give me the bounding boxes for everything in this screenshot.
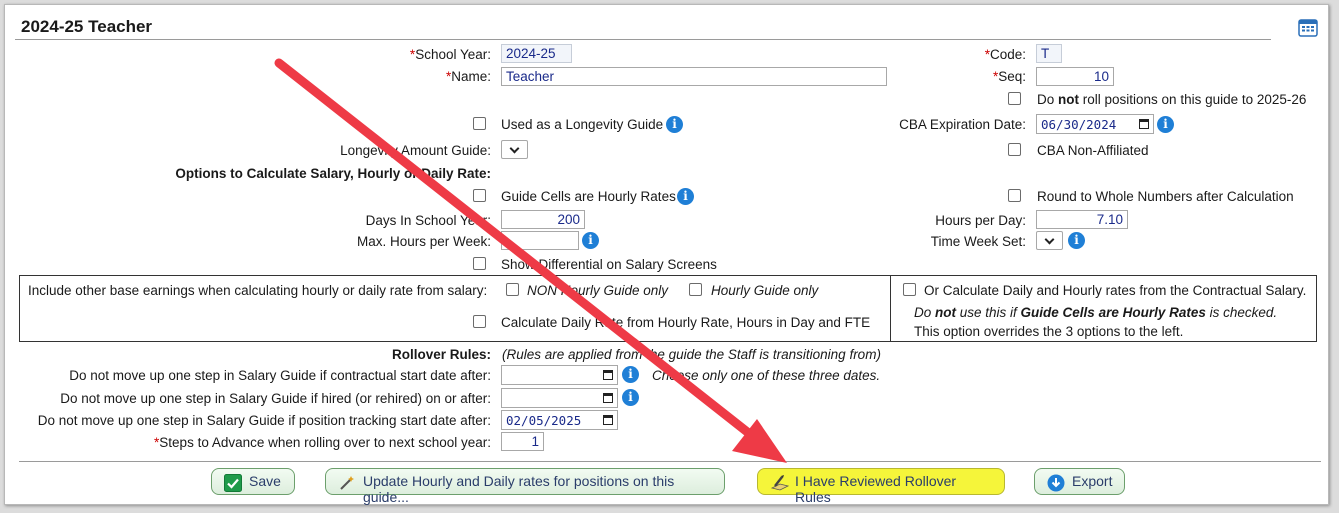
longevity-amount-label: Longevity Amount Guide: <box>340 143 491 158</box>
overrides-note: This option overrides the 3 options to t… <box>914 324 1184 339</box>
days-in-school-year-input[interactable]: 200 <box>501 210 585 229</box>
checkmark-icon <box>224 474 242 492</box>
cba-non-affiliated-checkbox[interactable] <box>1008 143 1021 156</box>
hired-date-input[interactable] <box>501 388 618 408</box>
calc-daily-rate-label: Calculate Daily Rate from Hourly Rate, H… <box>501 315 871 330</box>
or-calculate-label: Or Calculate Daily and Hourly rates from… <box>924 283 1307 298</box>
hourly-only-label: Hourly Guide only <box>711 283 819 298</box>
code-field[interactable]: T <box>1036 44 1062 63</box>
non-hourly-only-label: NON Hourly Guide only <box>527 283 669 298</box>
info-icon[interactable]: i <box>677 188 694 205</box>
guide-cells-hourly-checkbox[interactable] <box>473 189 486 202</box>
calendar-picker-icon[interactable] <box>603 415 613 425</box>
update-rates-button[interactable]: Update Hourly and Daily rates for positi… <box>325 468 725 505</box>
show-differential-label: Show Differential on Salary Screens <box>501 257 717 272</box>
time-week-set-select[interactable] <box>1036 231 1063 250</box>
calendar-picker-icon[interactable] <box>603 370 613 380</box>
page-title: 2024-25 Teacher <box>21 17 153 36</box>
calendar-picker-icon[interactable] <box>1139 119 1149 129</box>
do-not-roll-checkbox[interactable] <box>1008 92 1021 105</box>
download-arrow-icon <box>1047 474 1065 492</box>
options-heading: Options to Calculate Salary, Hourly or D… <box>175 166 491 181</box>
magic-wand-icon <box>340 476 354 490</box>
reviewed-rollover-button[interactable]: I Have Reviewed Rollover Rules <box>757 468 1005 505</box>
name-label: *Name: <box>445 69 491 84</box>
longevity-guide-checkbox[interactable] <box>473 117 486 130</box>
seq-input[interactable]: 10 <box>1036 67 1114 86</box>
hired-label: Do not move up one step in Salary Guide … <box>60 391 491 406</box>
guide-cells-hourly-label: Guide Cells are Hourly Rates <box>501 189 676 204</box>
info-icon[interactable]: i <box>622 389 639 406</box>
max-hours-week-label: Max. Hours per Week: <box>356 234 491 249</box>
export-button[interactable]: Export <box>1034 468 1125 495</box>
non-hourly-only-checkbox[interactable] <box>506 283 519 296</box>
footer-divider <box>19 461 1321 462</box>
do-not-use-note: Do not use this if Guide Cells are Hourl… <box>914 305 1278 320</box>
calendar-picker-icon[interactable] <box>603 393 613 403</box>
round-whole-checkbox[interactable] <box>1008 189 1021 202</box>
rollover-heading: Rollover Rules: <box>391 347 491 362</box>
pencil-paper-icon <box>770 475 790 491</box>
contractual-start-label: Do not move up one step in Salary Guide … <box>69 368 491 383</box>
round-whole-label: Round to Whole Numbers after Calculation <box>1037 189 1294 204</box>
school-year-field[interactable]: 2024-25 <box>501 44 572 63</box>
seq-label: *Seq: <box>992 69 1026 84</box>
save-button[interactable]: Save <box>211 468 295 495</box>
do-not-roll-label: Do not roll positions on this guide to 2… <box>1037 92 1307 107</box>
title-divider <box>15 39 1271 40</box>
calc-daily-rate-checkbox[interactable] <box>473 315 486 328</box>
or-calculate-checkbox[interactable] <box>903 283 916 296</box>
info-icon[interactable]: i <box>582 232 599 249</box>
longevity-guide-label: Used as a Longevity Guide <box>501 117 664 132</box>
guide-panel: 2024-25 Teacher *School Year: 2024-25 *C… <box>4 4 1329 505</box>
hourly-only-checkbox[interactable] <box>689 283 702 296</box>
school-year-label: *School Year: <box>409 47 491 62</box>
cba-expiration-label: CBA Expiration Date: <box>899 117 1026 132</box>
hours-per-day-label: Hours per Day: <box>935 213 1026 228</box>
cba-expiration-date-input[interactable]: 06/30/2024 <box>1036 114 1154 134</box>
position-tracking-label: Do not move up one step in Salary Guide … <box>37 413 491 428</box>
position-tracking-date-input[interactable]: 02/05/2025 <box>501 410 618 430</box>
calendar-icon[interactable] <box>1298 17 1318 37</box>
name-input[interactable]: Teacher <box>501 67 887 86</box>
info-icon[interactable]: i <box>622 366 639 383</box>
days-in-school-year-label: Days In School Year: <box>365 213 491 228</box>
code-label: *Code: <box>984 47 1026 62</box>
time-week-set-label: Time Week Set: <box>930 234 1026 249</box>
show-differential-checkbox[interactable] <box>473 257 486 270</box>
max-hours-week-input[interactable] <box>501 231 579 250</box>
contractual-start-date-input[interactable] <box>501 365 618 385</box>
steps-advance-label: *Steps to Advance when rolling over to n… <box>154 435 491 450</box>
rollover-note: (Rules are applied from the guide the St… <box>502 347 881 362</box>
info-icon[interactable]: i <box>666 116 683 133</box>
info-icon[interactable]: i <box>1068 232 1085 249</box>
hours-per-day-input[interactable]: 7.10 <box>1036 210 1128 229</box>
choose-one-note: Choose only one of these three dates. <box>652 368 881 383</box>
cba-non-affiliated-label: CBA Non-Affiliated <box>1037 143 1149 158</box>
info-icon[interactable]: i <box>1157 116 1174 133</box>
include-base-earnings-label: Include other base earnings when calcula… <box>28 283 488 298</box>
steps-advance-input[interactable]: 1 <box>501 432 544 451</box>
longevity-amount-select[interactable] <box>501 140 528 159</box>
